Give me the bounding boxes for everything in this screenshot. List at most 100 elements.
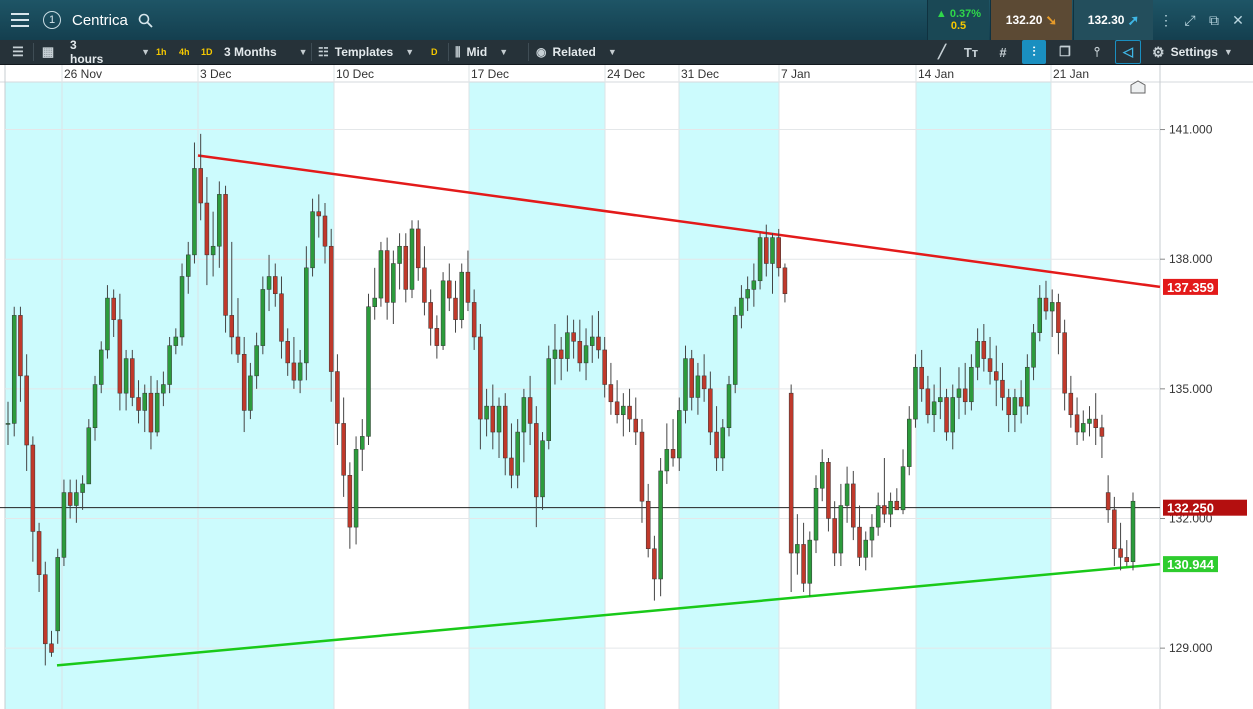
candle-down xyxy=(422,267,427,303)
candle-up xyxy=(210,245,216,256)
interval-select[interactable]: 3 hours ▼ xyxy=(70,38,150,66)
shade-week xyxy=(198,82,334,709)
quick-1h-button[interactable]: 1h xyxy=(156,40,167,64)
candle-down xyxy=(434,328,440,346)
candle-up xyxy=(751,280,757,290)
candle-down xyxy=(465,271,471,303)
candle-down xyxy=(1099,427,1105,437)
candle-up xyxy=(297,362,303,381)
text-tool-icon[interactable]: Tт xyxy=(960,40,982,64)
popout-icon[interactable]: ⧉ xyxy=(1202,0,1226,40)
down-arrow-icon: ➘ xyxy=(1045,11,1058,28)
candle-down xyxy=(43,574,48,645)
related-select[interactable]: ◉ Related ▼ xyxy=(536,40,624,64)
x-tick-label: 21 Jan xyxy=(1053,67,1089,81)
price-tag-icon[interactable]: ◁ xyxy=(1115,40,1141,64)
candle-down xyxy=(273,276,278,295)
candle-up xyxy=(173,336,179,346)
candle-up xyxy=(161,384,166,394)
candle-up xyxy=(11,315,17,424)
quick-1d-button[interactable]: 1D xyxy=(201,40,213,64)
eye-icon: ◉ xyxy=(536,45,547,59)
candle-down xyxy=(453,297,458,320)
candle-down xyxy=(652,548,657,580)
candle-down xyxy=(1068,392,1074,416)
shade-week xyxy=(916,82,1051,709)
instrument-title[interactable]: Centrica xyxy=(72,0,128,40)
candle-up xyxy=(546,358,551,441)
search-icon[interactable] xyxy=(136,0,154,40)
candle-down xyxy=(36,531,42,575)
alert-circle-icon[interactable]: 1 xyxy=(40,0,64,40)
candle-up xyxy=(664,449,670,472)
candle-up xyxy=(956,388,962,398)
layers-icon[interactable]: ❐ xyxy=(1054,40,1076,64)
candle-down xyxy=(701,375,707,390)
candle-down xyxy=(335,371,340,424)
candle-down xyxy=(670,449,676,459)
candle-down xyxy=(571,332,576,342)
candle-down xyxy=(241,354,247,411)
candle-up xyxy=(310,211,315,269)
candle-down xyxy=(1118,548,1123,558)
range-select[interactable]: 3 Months ▼ xyxy=(224,40,308,64)
candle-up xyxy=(565,332,570,359)
close-icon[interactable]: ✕ xyxy=(1226,0,1250,40)
candle-up xyxy=(720,427,726,459)
candle-down xyxy=(30,444,36,532)
expand-icon[interactable]: ⤢ xyxy=(1178,0,1202,40)
candle-up xyxy=(1130,500,1136,562)
list-icon[interactable]: ☰ xyxy=(8,40,28,64)
candle-down xyxy=(944,397,949,433)
candle-down xyxy=(223,194,228,316)
x-tick-label: 24 Dec xyxy=(607,67,645,81)
settings-label: Settings xyxy=(1170,45,1218,59)
candle-down xyxy=(136,397,141,411)
y-tick-label: 141.000 xyxy=(1169,123,1213,137)
candle-up xyxy=(745,289,750,299)
candle-up xyxy=(888,500,893,515)
buy-price: 132.30 xyxy=(1087,13,1125,27)
sell-price-button[interactable]: 132.20 ➘ xyxy=(990,0,1072,40)
candle-down xyxy=(229,315,235,338)
price-chart[interactable]: 26 Nov 3 Dec 10 Dec 17 Dec 24 Dec 31 Dec 7 Jan… xyxy=(0,65,1253,709)
candle-down xyxy=(894,500,900,511)
candle-up xyxy=(217,194,222,247)
candle-down xyxy=(67,492,73,506)
candle-down xyxy=(801,544,806,584)
indicator-icon[interactable]: ⫯ xyxy=(1086,40,1108,64)
price-type-select[interactable]: ⫼ Mid ▼ xyxy=(455,40,525,64)
settings-button[interactable]: ⚙ Settings ▼ xyxy=(1152,40,1248,64)
candle-up xyxy=(360,436,365,450)
candle-down xyxy=(235,336,241,355)
candle-down xyxy=(204,202,210,256)
candle-down xyxy=(1006,397,1011,416)
buy-price-button[interactable]: 132.30 ➚ xyxy=(1073,0,1153,40)
layout-icon[interactable]: ▦ xyxy=(38,40,58,64)
grid-icon[interactable]: # xyxy=(992,40,1014,64)
candle-down xyxy=(415,228,421,269)
d-button[interactable]: D xyxy=(431,40,438,64)
candle-up xyxy=(875,505,881,528)
candle-up xyxy=(838,505,844,554)
candle-up xyxy=(813,487,819,541)
hamburger-menu-icon[interactable] xyxy=(5,0,35,40)
candle-down xyxy=(714,431,719,459)
candle-down xyxy=(471,302,477,338)
chart-area[interactable]: 26 Nov 3 Dec 10 Dec 17 Dec 24 Dec 31 Dec 7 Jan… xyxy=(0,65,1253,709)
candle-down xyxy=(111,297,116,320)
menu-dots-icon[interactable]: ⋮ xyxy=(1154,0,1178,40)
y-tick-label: 129.000 xyxy=(1169,641,1213,655)
related-label: Related xyxy=(552,45,596,59)
templates-select[interactable]: ☷ Templates ▼ xyxy=(318,40,418,64)
candle-up xyxy=(185,254,191,277)
candle-down xyxy=(826,462,831,519)
candle-up xyxy=(353,449,359,528)
candle-down xyxy=(832,518,837,554)
candle-up xyxy=(248,375,253,411)
candle-down xyxy=(291,362,297,381)
draw-line-icon[interactable]: ╱ xyxy=(931,40,953,64)
crosshair-tool-icon[interactable]: ⫶ xyxy=(1022,40,1046,64)
quick-4h-button[interactable]: 4h xyxy=(179,40,190,64)
candle-up xyxy=(167,345,172,385)
